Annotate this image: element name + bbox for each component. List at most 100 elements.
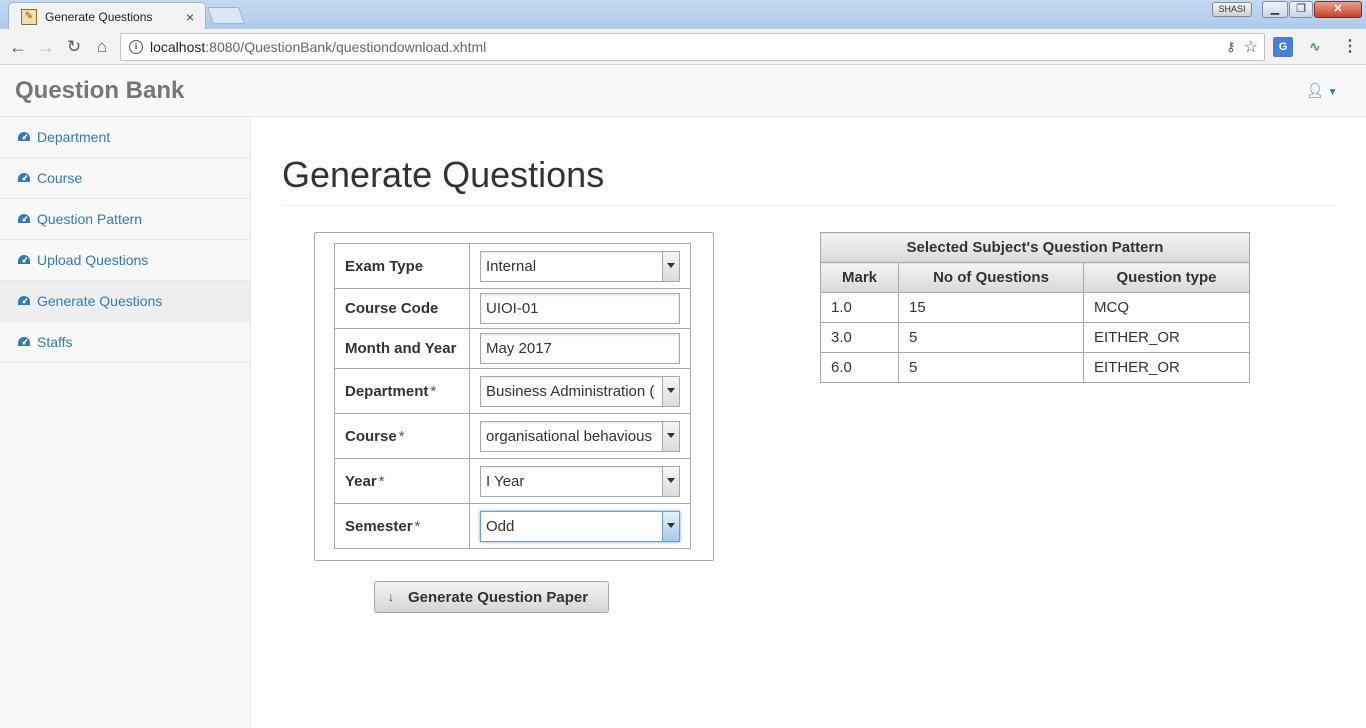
app-navbar: Question Bank 👤︎ ▼ [0, 66, 1366, 117]
download-arrow-icon: ↓ [388, 590, 394, 604]
generate-form-table: Exam Type Internal Course Code Month and… [334, 243, 691, 549]
chevron-down-icon[interactable] [662, 376, 679, 406]
window-restore-button[interactable]: ❐ [1289, 1, 1313, 18]
generate-form-panel: Exam Type Internal Course Code Month and… [314, 232, 714, 561]
department-select[interactable]: Business Administration ( [480, 375, 680, 407]
sidebar-item-upload-questions[interactable]: Upload Questions [0, 240, 250, 281]
column-header-no-of-questions: No of Questions [898, 262, 1084, 293]
reload-icon[interactable]: ↻ [62, 35, 86, 59]
sidebar-item-course[interactable]: Course [0, 158, 250, 199]
course-code-label: Course Code [334, 288, 470, 329]
table-row: 1.0 15 MCQ [820, 292, 1250, 323]
new-tab-button[interactable] [206, 7, 246, 24]
question-pattern-table: Selected Subject's Question Pattern Mark… [820, 232, 1250, 383]
sidebar-item-label: Upload Questions [37, 252, 149, 268]
required-marker: * [414, 517, 421, 535]
cell-question-type: EITHER_OR [1083, 322, 1250, 353]
sidebar-item-generate-questions[interactable]: Generate Questions [0, 281, 250, 322]
generate-button-label: Generate Question Paper [408, 588, 589, 606]
tab-close-icon[interactable]: × [183, 9, 197, 25]
table-row: 6.0 5 EITHER_OR [820, 352, 1250, 383]
key-icon[interactable]: ⚷ [1226, 39, 1236, 55]
home-icon[interactable]: ⌂ [90, 35, 114, 59]
sidebar-item-label: Generate Questions [37, 293, 163, 309]
course-select[interactable]: organisational behavious [480, 420, 680, 452]
cell-no-of-questions: 5 [898, 352, 1084, 383]
menu-dots-icon[interactable]: ⋮ [1340, 37, 1360, 57]
browser-toolbar: ← → ↻ ⌂ i localhost:8080/QuestionBank/qu… [0, 29, 1366, 65]
chevron-down-icon[interactable] [662, 251, 679, 281]
chevron-down-icon[interactable] [662, 511, 679, 541]
sidebar-item-department[interactable]: Department [0, 117, 250, 158]
browser-titlebar: ✎ Generate Questions × SHASI ▁ ❐ ✕ [0, 0, 1366, 30]
cell-no-of-questions: 15 [898, 292, 1084, 323]
profile-chip[interactable]: SHASI [1212, 2, 1252, 17]
cell-mark: 1.0 [820, 292, 899, 323]
month-year-input[interactable] [480, 333, 680, 364]
translate-icon[interactable]: G [1273, 37, 1293, 57]
info-icon[interactable]: i [129, 40, 143, 54]
month-year-label: Month and Year [334, 328, 470, 369]
caret-down-icon: ▼ [1327, 87, 1338, 98]
brand-title[interactable]: Question Bank [15, 77, 184, 105]
table-row: 3.0 5 EITHER_OR [820, 322, 1250, 353]
dashboard-icon [17, 213, 31, 225]
sidebar-item-staffs[interactable]: Staffs [0, 322, 250, 363]
url-host: localhost [150, 39, 206, 55]
arrow-left-icon[interactable]: ← [6, 35, 30, 59]
chevron-down-icon[interactable] [662, 421, 679, 451]
table-caption: Selected Subject's Question Pattern [820, 232, 1250, 263]
sidebar: Department Course Question Pattern Uploa… [0, 117, 251, 728]
sidebar-item-label: Staffs [37, 334, 73, 350]
extension-pulse-icon[interactable]: ∿ [1305, 37, 1325, 57]
star-icon[interactable]: ☆ [1244, 37, 1258, 57]
user-menu-dropdown[interactable]: 👤︎ ▼ [1306, 82, 1338, 99]
window-close-button[interactable]: ✕ [1314, 1, 1362, 18]
window-minimize-button[interactable]: ▁ [1262, 1, 1288, 18]
sidebar-item-label: Question Pattern [37, 211, 143, 227]
url-path: :8080/QuestionBank/questiondownload.xhtm… [205, 39, 487, 55]
cell-mark: 3.0 [820, 322, 899, 353]
title-divider [282, 205, 1336, 206]
sidebar-item-label: Course [37, 170, 83, 186]
browser-tab[interactable]: ✎ Generate Questions × [8, 2, 206, 30]
department-label: Department * [334, 368, 470, 414]
cell-no-of-questions: 5 [898, 322, 1084, 353]
year-value: I Year [486, 472, 525, 490]
department-value: Business Administration ( [486, 382, 655, 400]
tab-title: Generate Questions [45, 9, 153, 24]
required-marker: * [398, 427, 405, 445]
column-header-question-type: Question type [1083, 262, 1250, 293]
required-marker: * [430, 382, 437, 400]
column-header-mark: Mark [820, 262, 899, 293]
generate-question-paper-button[interactable]: ↓ Generate Question Paper [374, 581, 609, 613]
exam-type-select[interactable]: Internal [480, 250, 680, 282]
url-text[interactable]: localhost:8080/QuestionBank/questiondown… [150, 39, 1226, 55]
exam-type-value: Internal [486, 257, 537, 275]
dashboard-icon [17, 254, 31, 266]
arrow-right-icon[interactable]: → [34, 35, 58, 59]
dashboard-icon [17, 131, 31, 143]
semester-select[interactable]: Odd [480, 510, 680, 542]
chevron-down-icon[interactable] [662, 466, 679, 496]
semester-label: Semester * [334, 503, 470, 549]
year-select[interactable]: I Year [480, 465, 680, 497]
cell-question-type: MCQ [1083, 292, 1250, 323]
required-marker: * [378, 472, 385, 490]
sidebar-item-label: Department [37, 129, 111, 145]
course-label: Course * [334, 413, 470, 459]
cell-question-type: EITHER_OR [1083, 352, 1250, 383]
address-bar[interactable]: i localhost:8080/QuestionBank/questiondo… [120, 33, 1265, 61]
semester-value: Odd [486, 517, 515, 535]
page-title: Generate Questions [282, 154, 605, 195]
sidebar-item-question-pattern[interactable]: Question Pattern [0, 199, 250, 240]
page-favicon-icon: ✎ [21, 8, 37, 25]
year-label: Year * [334, 458, 470, 504]
cell-mark: 6.0 [820, 352, 899, 383]
dashboard-icon [17, 336, 31, 348]
dashboard-icon [17, 172, 31, 184]
exam-type-label: Exam Type [334, 243, 470, 289]
course-value: organisational behavious [486, 427, 652, 445]
user-icon: 👤︎ [1306, 82, 1324, 98]
course-code-input[interactable] [480, 293, 680, 324]
